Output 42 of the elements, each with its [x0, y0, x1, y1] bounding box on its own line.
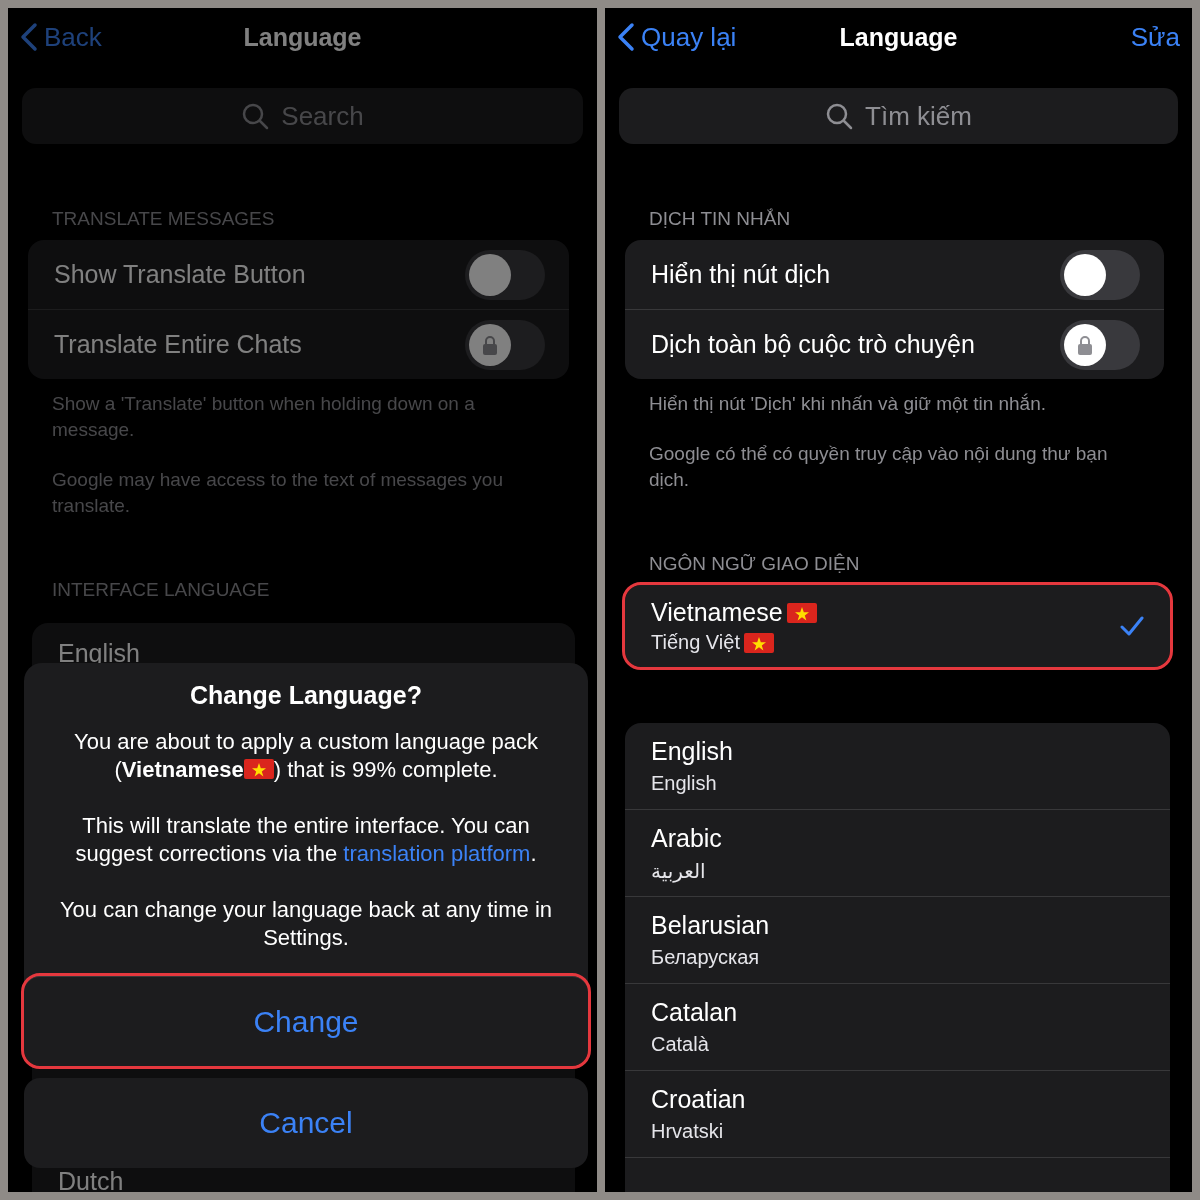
dialog-title: Change Language? [190, 681, 422, 710]
footnote-text: Google có thể có quyền truy cập vào nội dung thư bạn dịch. [649, 442, 1109, 492]
toggle-label: Show Translate Button [54, 260, 306, 289]
cancel-button[interactable]: Cancel [24, 1078, 588, 1168]
footnote-text: Show a 'Translate' button when holding down on a message. [52, 392, 476, 442]
back-button[interactable]: Quay lại [617, 21, 737, 53]
section-header: INTERFACE LANGUAGE [52, 579, 271, 601]
toggle-switch[interactable] [465, 319, 545, 370]
language-row[interactable]: Belarusian Беларуская [625, 897, 1170, 984]
language-row[interactable]: Catalan Català [625, 984, 1170, 1071]
chevron-left-icon [617, 22, 635, 52]
language-row[interactable]: Croatian Hrvatski [625, 1071, 1170, 1158]
language-name[interactable]: Dutch [58, 1170, 575, 1192]
edit-button[interactable]: Sửa [1130, 21, 1180, 53]
dialog-message: This will translate the entire interface. You can suggest corrections via the translation platform. [74, 812, 538, 868]
section-header: TRANSLATE MESSAGES [52, 208, 276, 230]
current-language-row[interactable]: Vietnamese Tiếng Việt [625, 585, 1170, 667]
translation-platform-link[interactable]: translation platform [343, 841, 531, 866]
language-native-name: Tiếng Việt [651, 631, 740, 654]
change-button[interactable]: Change [24, 976, 588, 1066]
toggle-label: Hiển thị nút dịch [651, 260, 831, 289]
language-row[interactable]: English English [625, 723, 1170, 810]
language-name: Vietnamese [651, 598, 783, 627]
nav-title: Language [243, 22, 362, 51]
footnote-text: Google may have access to the text of messages you translate. [52, 468, 504, 518]
lock-icon [1077, 334, 1093, 355]
search-icon [825, 102, 854, 130]
nav-title: Language [839, 22, 958, 51]
section-header: NGÔN NGỮ GIAO DIỆN [649, 553, 861, 575]
toggle-switch[interactable] [1060, 249, 1140, 300]
section-header: DỊCH TIN NHẮN [649, 208, 792, 230]
dialog-message: You are about to apply a custom language pack (Vietnamese ) that is 99% complete. [73, 728, 539, 784]
chevron-left-icon [20, 22, 38, 52]
toggle-label: Translate Entire Chats [54, 330, 302, 359]
lock-icon [482, 334, 498, 355]
search-icon [241, 102, 270, 130]
toggle-switch[interactable] [465, 249, 545, 300]
toggle-label: Dịch toàn bộ cuộc trò chuyện [651, 330, 975, 359]
toggle-switch[interactable] [1060, 319, 1140, 370]
dialog-message: You can change your language back at any time in Settings. [58, 896, 554, 952]
footnote-text: Hiển thị nút 'Dịch' khi nhấn và giữ một tin nhắn. [649, 392, 1048, 416]
search-field[interactable]: Tìm kiếm [619, 88, 1178, 144]
